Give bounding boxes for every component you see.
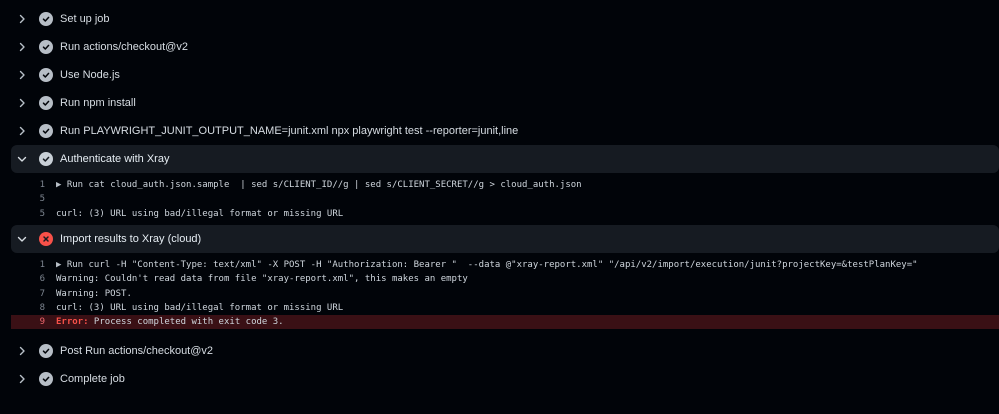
log-line[interactable]: 5 curl: (3) URL using bad/illegal format… [11,207,999,221]
chevron-right-icon [14,123,30,139]
line-number[interactable]: 6 [11,274,45,284]
check-circle-icon [39,344,53,359]
step-run-npm-install[interactable]: Run npm install [11,89,999,117]
check-circle-icon [39,40,53,54]
step-label: Authenticate with Xray [60,153,170,165]
chevron-right-icon [14,39,30,55]
step-label: Use Node.js [60,69,120,81]
step-set-up-job[interactable]: Set up job [11,5,999,33]
log-text: Run cat cloud_auth.json.sample | sed s/C… [66,180,582,191]
step-use-nodejs[interactable]: Use Node.js [11,61,999,89]
expand-triangle-icon[interactable]: ▶ [56,180,67,190]
step-label: Post Run actions/checkout@v2 [60,345,214,358]
log-text: curl: (3) URL using bad/illegal format o… [56,208,344,219]
log-line[interactable]: 1 ▶ Run curl -H "Content-Type: text/xml"… [11,258,999,272]
log-text: Process completed with exit code 3. [88,317,284,328]
step-label: Import results to Xray (cloud) [60,232,202,245]
job-log: Set up job Run actions/checkout@v2 Use N… [0,0,999,393]
log-line[interactable]: 5 [11,192,999,206]
step-label: Run actions/checkout@v2 [60,41,188,53]
chevron-down-icon [14,151,30,167]
log-line[interactable]: 8 curl: (3) URL using bad/illegal format… [11,301,999,315]
expand-triangle-icon[interactable]: ▶ [56,260,67,270]
log-line[interactable]: 1 ▶ Run cat cloud_auth.json.sample | sed… [11,178,999,192]
check-circle-icon [39,152,53,166]
line-number[interactable]: 7 [11,289,45,299]
log-text: Warning: Couldn't read data from file "x… [56,274,468,285]
step-log-lines: 1 ▶ Run curl -H "Content-Type: text/xml"… [0,253,999,333]
step-run-checkout[interactable]: Run actions/checkout@v2 [11,33,999,61]
error-label: Error: [56,317,89,328]
step-label: Run PLAYWRIGHT_JUNIT_OUTPUT_NAME=junit.x… [60,125,519,137]
step-run-playwright[interactable]: Run PLAYWRIGHT_JUNIT_OUTPUT_NAME=junit.x… [11,117,999,145]
log-line-error[interactable]: 9 Error: Process completed with exit cod… [11,315,999,330]
x-circle-icon [39,231,53,246]
chevron-down-icon [14,231,30,247]
check-circle-icon [39,372,53,387]
log-line[interactable]: 6 Warning: Couldn't read data from file … [11,272,999,286]
chevron-right-icon [14,371,30,387]
step-label: Run npm install [60,97,136,109]
step-log-lines: 1 ▶ Run cat cloud_auth.json.sample | sed… [0,173,999,225]
line-number[interactable]: 5 [11,209,45,219]
step-authenticate-xray[interactable]: Authenticate with Xray [11,145,999,173]
chevron-right-icon [14,95,30,111]
log-text: Run curl -H "Content-Type: text/xml" -X … [66,260,918,271]
chevron-right-icon [14,67,30,83]
log-line[interactable]: 7 Warning: POST. [11,286,999,300]
log-text: curl: (3) URL using bad/illegal format o… [56,302,344,313]
step-import-results-xray[interactable]: Import results to Xray (cloud) [11,224,999,253]
line-number[interactable]: 9 [11,317,45,327]
step-complete-job[interactable]: Complete job [11,365,999,393]
check-circle-icon [39,124,53,138]
chevron-right-icon [14,11,30,27]
line-number[interactable]: 5 [11,194,45,204]
line-number[interactable]: 1 [11,180,45,190]
log-text: Warning: POST. [56,288,132,299]
check-circle-icon [39,68,53,82]
line-number[interactable]: 8 [11,303,45,313]
check-circle-icon [39,12,53,26]
step-post-run-checkout[interactable]: Post Run actions/checkout@v2 [11,337,999,365]
step-label: Set up job [60,13,110,25]
line-number[interactable]: 1 [11,260,45,270]
check-circle-icon [39,96,53,110]
chevron-right-icon [14,343,30,359]
step-label: Complete job [60,373,125,386]
